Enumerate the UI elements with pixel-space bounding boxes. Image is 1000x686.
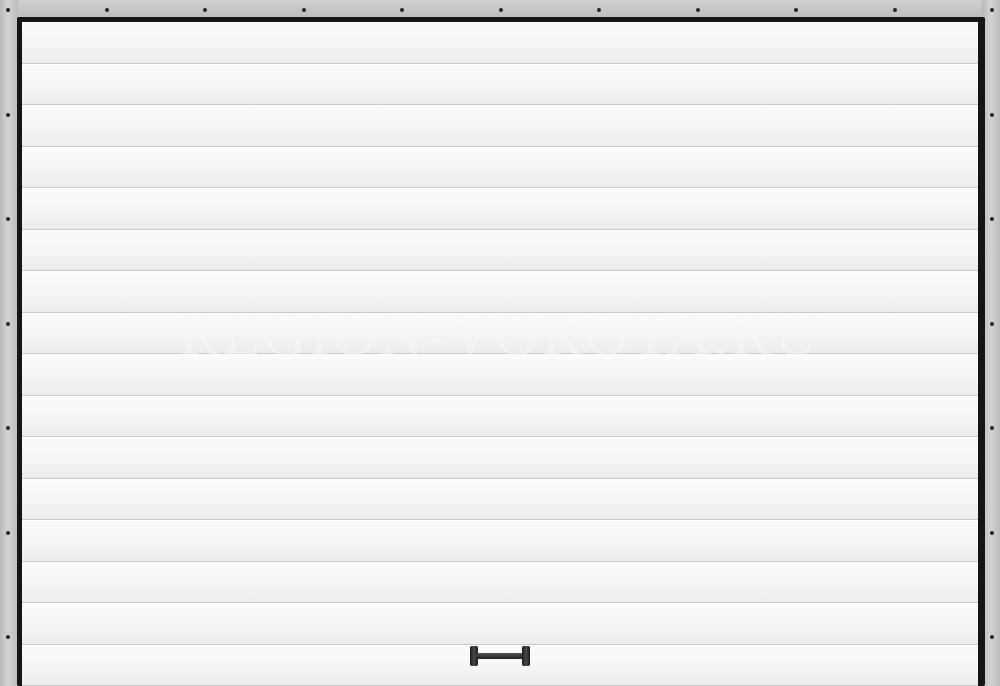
rivet	[990, 635, 994, 639]
rivet	[597, 8, 601, 12]
rivet	[990, 8, 994, 12]
door-panel	[22, 312, 978, 354]
door-panel	[22, 561, 978, 603]
door-panel	[22, 354, 978, 396]
rivet	[302, 8, 306, 12]
rivet	[6, 426, 10, 430]
rivet	[6, 322, 10, 326]
door-panel	[22, 63, 978, 105]
rivet	[990, 531, 994, 535]
handle-bar	[476, 653, 524, 659]
rivet	[794, 8, 798, 12]
door-panel	[22, 229, 978, 271]
rivet	[6, 8, 10, 12]
door-panel	[22, 105, 978, 147]
door-panel	[22, 395, 978, 437]
door-panel	[22, 478, 978, 520]
door-panel	[22, 271, 978, 313]
frame-left-post	[0, 0, 18, 686]
rivet	[105, 8, 109, 12]
door-panel	[22, 437, 978, 479]
door-panel	[22, 22, 978, 64]
rivet	[203, 8, 207, 12]
rivet	[696, 8, 700, 12]
rivet	[893, 8, 897, 12]
rivet	[6, 531, 10, 535]
door-handle[interactable]	[470, 646, 530, 668]
garage-door-scene: REGION-VOROTA.RU	[0, 0, 1000, 686]
rivet	[990, 322, 994, 326]
rivet	[6, 635, 10, 639]
rivet	[6, 217, 10, 221]
door-leaf	[22, 22, 978, 686]
handle-right-post	[522, 646, 530, 666]
door-panel	[22, 188, 978, 230]
door-panel	[22, 146, 978, 188]
rivet	[400, 8, 404, 12]
rivet	[990, 217, 994, 221]
rivet	[499, 8, 503, 12]
rivet	[990, 426, 994, 430]
rivet	[6, 113, 10, 117]
rivet	[990, 113, 994, 117]
door-panel	[22, 603, 978, 645]
door-panel	[22, 520, 978, 562]
